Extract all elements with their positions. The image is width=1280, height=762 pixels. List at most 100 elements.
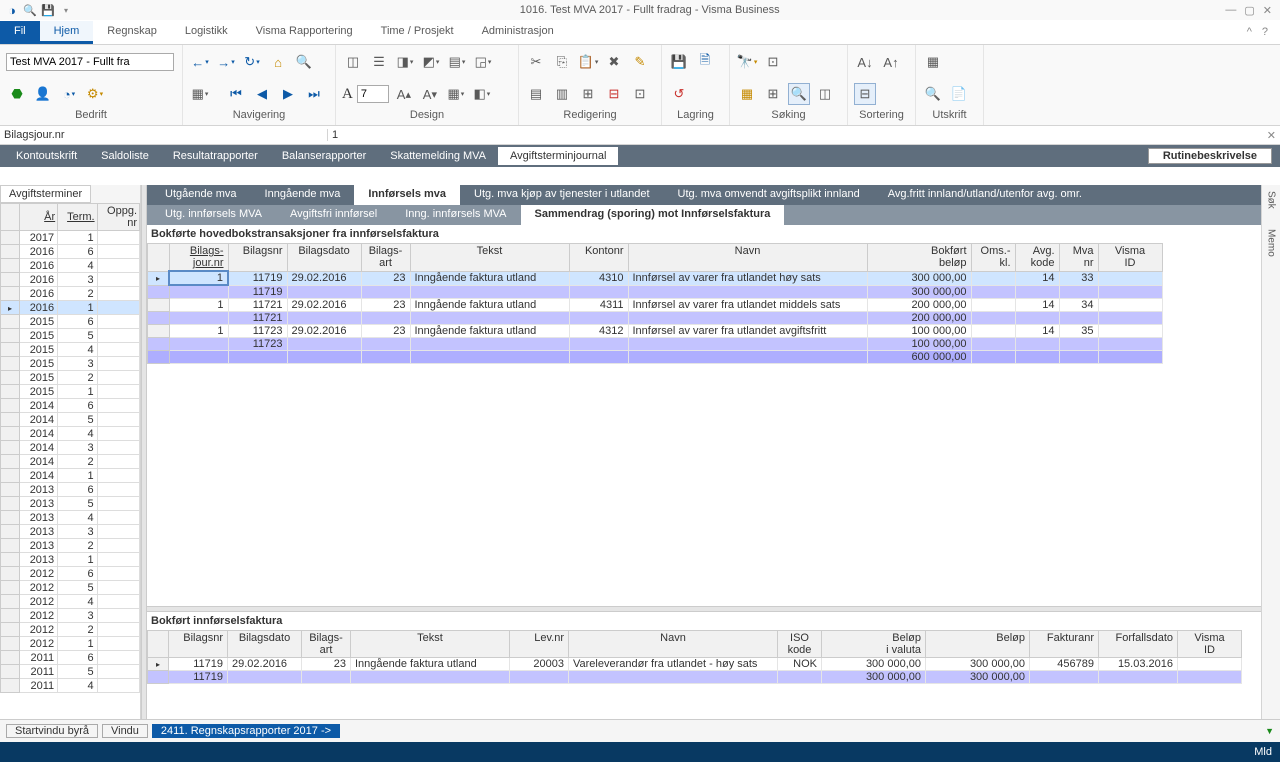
- maximize-button[interactable]: ▢: [1244, 4, 1254, 17]
- design-f-icon[interactable]: ◲: [472, 51, 494, 73]
- period-row[interactable]: 20132: [1, 539, 140, 553]
- copy-icon[interactable]: ⎘: [551, 51, 573, 73]
- sub-tab[interactable]: Sammendrag (sporing) mot Innførselsfaktu…: [521, 205, 785, 225]
- period-row[interactable]: 20121: [1, 637, 140, 651]
- inner-tab[interactable]: Avg.fritt innland/utland/utenfor avg. om…: [874, 185, 1096, 205]
- cut-icon[interactable]: ✂: [525, 51, 547, 73]
- nav-tab-skattemelding-mva[interactable]: Skattemelding MVA: [378, 147, 498, 165]
- nav-refresh[interactable]: ↻: [241, 51, 263, 73]
- table-row[interactable]: 11172129.02.201623Inngående faktura utla…: [148, 299, 1163, 312]
- edit-a-icon[interactable]: ▤: [525, 83, 547, 105]
- window-tab[interactable]: Startvindu byrå: [6, 724, 98, 738]
- file-menu[interactable]: Fil: [0, 21, 40, 44]
- period-row[interactable]: 20166: [1, 245, 140, 259]
- paste-icon[interactable]: 📋: [577, 51, 599, 73]
- nav-first[interactable]: ⏮: [225, 83, 247, 105]
- period-row[interactable]: 20142: [1, 455, 140, 469]
- period-row[interactable]: 20133: [1, 525, 140, 539]
- period-row[interactable]: 20152: [1, 371, 140, 385]
- menu-tab-administrasjon[interactable]: Administrasjon: [468, 21, 568, 44]
- nav-back[interactable]: ←: [189, 51, 211, 73]
- invoice-grid[interactable]: BilagsnrBilagsdatoBilags-artTekstLev.nrN…: [147, 630, 1261, 684]
- delete-icon[interactable]: ✖: [603, 51, 625, 73]
- edit-e-icon[interactable]: ⊡: [629, 83, 651, 105]
- period-row[interactable]: 20164: [1, 259, 140, 273]
- period-row[interactable]: 20154: [1, 343, 140, 357]
- periods-grid[interactable]: ÅrTerm.Oppg.nr20171201662016420163201622…: [0, 203, 140, 722]
- qat-dropdown[interactable]: ▾: [58, 2, 74, 18]
- period-row[interactable]: 20145: [1, 413, 140, 427]
- design-d-icon[interactable]: ◩: [420, 51, 442, 73]
- preview-icon[interactable]: 🔍: [22, 2, 38, 18]
- color-icon[interactable]: ▦: [445, 83, 467, 105]
- period-row[interactable]: 20162: [1, 287, 140, 301]
- sub-tab[interactable]: Utg. innførsels MVA: [151, 205, 276, 225]
- search-b-icon[interactable]: ⊞: [762, 83, 784, 105]
- period-row[interactable]: 20161: [1, 301, 140, 315]
- nav-tab-resultatrapporter[interactable]: Resultatrapporter: [161, 147, 270, 165]
- binoculars-icon[interactable]: 🔭: [736, 51, 758, 73]
- font-shrink-icon[interactable]: A▾: [419, 83, 441, 105]
- table-row[interactable]: 1171929.02.201623Inngående faktura utlan…: [148, 658, 1242, 671]
- user-icon[interactable]: 👤: [32, 83, 54, 105]
- sort-asc-icon[interactable]: A↓: [854, 51, 876, 73]
- nav-next[interactable]: ▶: [277, 83, 299, 105]
- wand-icon[interactable]: ✎: [629, 51, 651, 73]
- period-row[interactable]: 20122: [1, 623, 140, 637]
- left-pane-tab[interactable]: Avgiftsterminer: [0, 185, 91, 203]
- fill-icon[interactable]: ◧: [471, 83, 493, 105]
- sort-clear-icon[interactable]: ⊟: [854, 83, 876, 105]
- formula-close-icon[interactable]: ✕: [1267, 129, 1276, 142]
- nav-last[interactable]: ⏭: [303, 83, 325, 105]
- inner-tab[interactable]: Inngående mva: [251, 185, 355, 205]
- period-row[interactable]: 20153: [1, 357, 140, 371]
- grid-icon[interactable]: ▦: [189, 83, 211, 105]
- period-row[interactable]: 20136: [1, 483, 140, 497]
- nav-tab-avgiftsterminjournal[interactable]: Avgiftsterminjournal: [498, 147, 618, 165]
- period-row[interactable]: 20123: [1, 609, 140, 623]
- close-button[interactable]: ✕: [1263, 4, 1272, 17]
- print-icon[interactable]: ▦: [922, 51, 944, 73]
- window-tab[interactable]: Vindu: [102, 724, 148, 738]
- nav-tab-kontoutskrift[interactable]: Kontoutskrift: [4, 147, 89, 165]
- design-a-icon[interactable]: ◫: [342, 51, 364, 73]
- period-row[interactable]: 20135: [1, 497, 140, 511]
- inner-tab[interactable]: Utg. mva kjøp av tjenester i utlandet: [460, 185, 663, 205]
- search-zoom-icon[interactable]: 🔍: [788, 83, 810, 105]
- period-row[interactable]: 20124: [1, 595, 140, 609]
- undo-save-icon[interactable]: ↺: [668, 83, 690, 105]
- menu-tab-regnskap[interactable]: Regnskap: [93, 21, 171, 44]
- rutine-button[interactable]: Rutinebeskrivelse: [1148, 148, 1272, 164]
- formula-value[interactable]: 1 ✕: [328, 129, 1280, 141]
- table-row[interactable]: 11719300 000,00300 000,00: [148, 671, 1242, 684]
- period-row[interactable]: 20141: [1, 469, 140, 483]
- period-row[interactable]: 20156: [1, 315, 140, 329]
- preview-print-icon[interactable]: 🔍: [922, 83, 944, 105]
- side-tab-sok[interactable]: Søk: [1266, 191, 1277, 209]
- table-row[interactable]: 600 000,00: [148, 351, 1163, 364]
- inner-tab[interactable]: Utgående mva: [151, 185, 251, 205]
- side-tab-memo[interactable]: Memo: [1266, 229, 1277, 257]
- settings-icon[interactable]: ⚙: [84, 83, 106, 105]
- inner-tab[interactable]: Utg. mva omvendt avgiftsplikt innland: [664, 185, 874, 205]
- help-icon[interactable]: ?: [1262, 26, 1268, 38]
- search-select-icon[interactable]: ⊡: [762, 51, 784, 73]
- save-all-icon[interactable]: 🗎: [694, 51, 716, 73]
- font-size-input[interactable]: [357, 85, 389, 103]
- period-row[interactable]: 20146: [1, 399, 140, 413]
- nav-prev[interactable]: ◀: [251, 83, 273, 105]
- table-row[interactable]: 11721200 000,00: [148, 312, 1163, 325]
- period-row[interactable]: 20144: [1, 427, 140, 441]
- nav-forward[interactable]: →: [215, 51, 237, 73]
- search-a-icon[interactable]: ▦: [736, 83, 758, 105]
- period-row[interactable]: 20134: [1, 511, 140, 525]
- menu-tab-visma-rapportering[interactable]: Visma Rapportering: [242, 21, 367, 44]
- period-row[interactable]: 20131: [1, 553, 140, 567]
- nav-home[interactable]: ⌂: [267, 51, 289, 73]
- menu-tab-time-prosjekt[interactable]: Time / Prosjekt: [367, 21, 468, 44]
- company-icon[interactable]: ⬣: [6, 83, 28, 105]
- table-row[interactable]: 11723100 000,00: [148, 338, 1163, 351]
- period-row[interactable]: 20143: [1, 441, 140, 455]
- table-row[interactable]: 11719300 000,00: [148, 285, 1163, 299]
- company-select[interactable]: [6, 53, 174, 71]
